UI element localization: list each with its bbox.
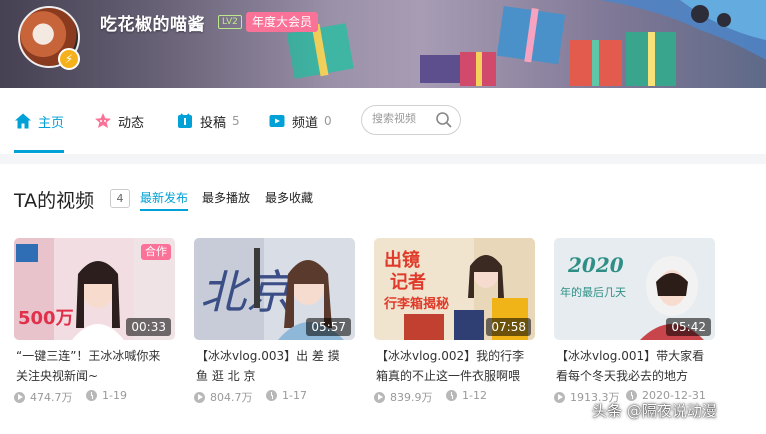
video-title[interactable]: 【冰冰vlog.002】我的行李箱真的不止这一件衣服啊喂(·	[376, 346, 528, 386]
lightning-icon: ⚡	[58, 48, 80, 70]
clock-icon	[266, 390, 277, 401]
activity-icon	[95, 113, 111, 128]
clock-icon	[446, 390, 457, 401]
thumbnail-big-number: 500万	[18, 308, 74, 329]
video-card[interactable]: 500万 合作 00:33 “一键三连”！王冰冰喊你来关注央视新闻~ 474.7…	[14, 238, 175, 408]
play-count-icon	[194, 391, 205, 403]
video-card[interactable]: 出镜 记者 行李箱揭秘 07:58 【冰冰vlog.002】我的行李箱真的不止这…	[374, 238, 535, 408]
video-title[interactable]: 【冰冰vlog.003】出 差 摸 鱼 逛 北 京	[196, 346, 348, 386]
tab-activity-label: 动态	[118, 115, 145, 131]
play-count-icon	[374, 391, 385, 403]
tab-uploads-count: 5	[232, 114, 240, 128]
view-count: 839.9万	[390, 391, 433, 404]
thumbnail-calligraphy: 北京	[200, 265, 298, 319]
coop-badge: 合作	[141, 244, 171, 260]
publish-date: 1-17	[282, 389, 307, 402]
active-tab-indicator	[14, 150, 64, 153]
video-meta: 474.7万 1-19	[14, 389, 175, 405]
tab-uploads[interactable]: 投稿 5	[176, 110, 240, 132]
active-sort-indicator	[140, 209, 188, 211]
watermark: 头条 @隔夜说动漫	[592, 402, 717, 420]
tab-home-label: 主页	[38, 115, 65, 131]
video-thumbnail[interactable]: 500万 合作 00:33	[14, 238, 175, 340]
upload-icon	[178, 113, 192, 128]
section-divider	[0, 154, 766, 164]
play-count-icon	[14, 391, 25, 403]
view-count: 474.7万	[30, 391, 73, 404]
tab-uploads-label: 投稿	[200, 115, 227, 131]
tab-activity[interactable]: 动态	[94, 110, 144, 132]
sort-most-played[interactable]: 最多播放	[202, 189, 250, 206]
views-stat: 804.7万	[194, 389, 253, 405]
home-icon	[15, 113, 31, 129]
date-stat: 1-17	[266, 389, 307, 402]
video-card[interactable]: 北京 05:57 【冰冰vlog.003】出 差 摸 鱼 逛 北 京 804.7…	[194, 238, 355, 408]
play-count-icon	[554, 391, 565, 403]
thumbnail-text-line3: 行李箱揭秘	[383, 296, 449, 312]
clock-icon	[86, 390, 97, 401]
video-title[interactable]: 【冰冰vlog.001】带大家看看每个冬天我必去的地方	[556, 346, 708, 386]
video-card[interactable]: 2020 年的最后几天 05:42 【冰冰vlog.001】带大家看看每个冬天我…	[554, 238, 715, 408]
video-title[interactable]: “一键三连”！王冰冰喊你来关注央视新闻~	[16, 346, 168, 386]
publish-date: 1-12	[462, 389, 487, 402]
date-stat: 1-19	[86, 389, 127, 402]
sort-latest[interactable]: 最新发布	[140, 189, 188, 206]
video-meta: 839.9万 1-12	[374, 389, 535, 405]
profile-nav: 主页 动态 投稿 5 频道 0	[0, 88, 766, 154]
video-thumbnail[interactable]: 2020 年的最后几天 05:42	[554, 238, 715, 340]
tab-home[interactable]: 主页	[14, 110, 64, 132]
tab-channels[interactable]: 频道 0	[268, 110, 332, 132]
video-thumbnail[interactable]: 出镜 记者 行李箱揭秘 07:58	[374, 238, 535, 340]
date-stat: 1-12	[446, 389, 487, 402]
thumbnail-subtitle: 年的最后几天	[560, 285, 626, 299]
thumbnail-year: 2020	[567, 253, 624, 277]
level-badge: LV2	[218, 15, 242, 29]
video-thumbnail[interactable]: 北京 05:57	[194, 238, 355, 340]
video-meta: 804.7万 1-17	[194, 389, 355, 405]
views-stat: 839.9万	[374, 389, 433, 405]
search-icon[interactable]	[435, 111, 453, 129]
profile-banner: ⚡ 吃花椒的喵酱 LV2 年度大会员	[0, 0, 766, 88]
tab-channels-label: 频道	[292, 115, 319, 131]
videos-section-title: TA的视频	[14, 190, 95, 212]
username[interactable]: 吃花椒的喵酱	[100, 10, 205, 35]
video-duration: 05:57	[306, 318, 351, 336]
thumbnail-text-line1: 出镜	[384, 249, 420, 271]
video-duration: 00:33	[126, 318, 171, 336]
channel-icon	[269, 115, 285, 127]
video-duration: 07:58	[486, 318, 531, 336]
view-count: 804.7万	[210, 391, 253, 404]
tab-channels-count: 0	[324, 114, 332, 128]
video-duration: 05:42	[666, 318, 711, 336]
publish-date: 1-19	[102, 389, 127, 402]
thumbnail-text-line2: 记者	[390, 272, 426, 293]
views-stat: 474.7万	[14, 389, 73, 405]
search-input[interactable]	[372, 112, 432, 125]
videos-count: 4	[110, 189, 130, 208]
vip-badge[interactable]: 年度大会员	[246, 12, 319, 32]
sort-most-favorited[interactable]: 最多收藏	[265, 189, 313, 206]
search-box[interactable]	[361, 105, 461, 135]
